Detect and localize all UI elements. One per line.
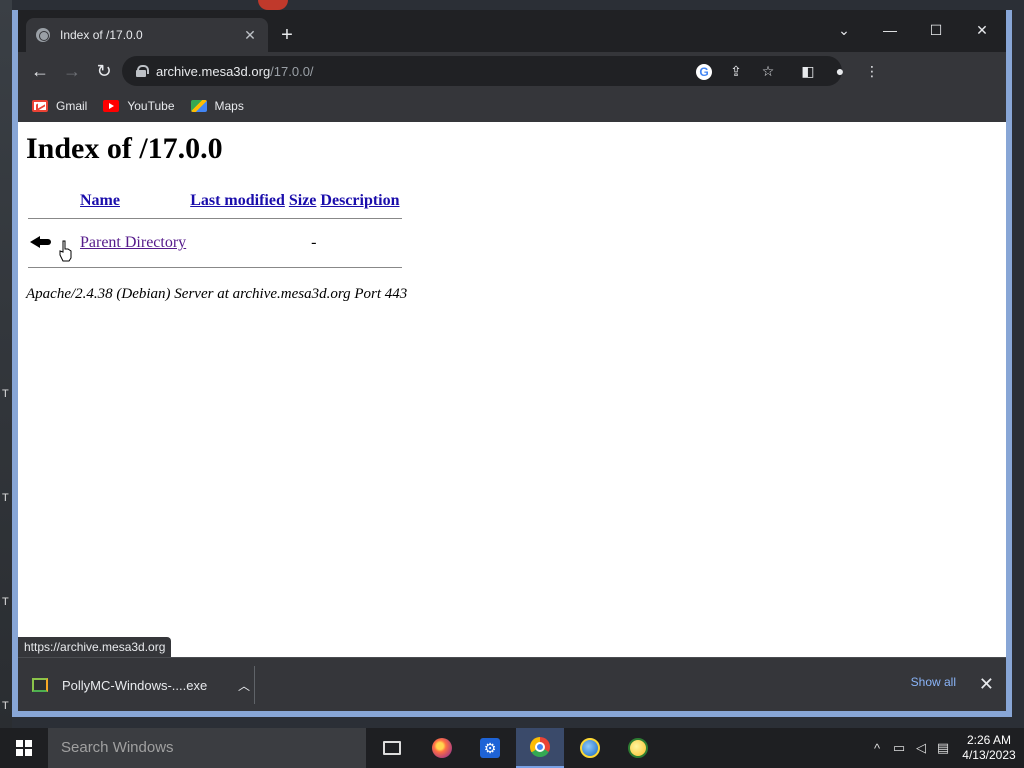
download-file-icon <box>32 678 48 692</box>
tab-close-icon[interactable]: ✕ <box>242 27 258 44</box>
bookmark-maps[interactable]: Maps <box>190 99 244 113</box>
back-button[interactable]: ← <box>26 58 54 84</box>
taskbar-firefox[interactable] <box>418 728 466 768</box>
minimize-button[interactable]: — <box>870 16 910 44</box>
page-content: Index of /17.0.0 Name Last modified Size… <box>18 122 1006 657</box>
task-view-icon <box>383 741 401 755</box>
bookmark-gmail[interactable]: Gmail <box>32 99 87 113</box>
close-window-button[interactable]: ✕ <box>962 16 1002 44</box>
clock-time: 2:26 AM <box>966 733 1012 747</box>
browser-frame: Index of /17.0.0 ✕ + ⌄ — ☐ ✕ ← → ↻ archi… <box>18 10 1006 711</box>
link-status-bubble: https://archive.mesa3d.org <box>18 637 172 657</box>
network-icon[interactable]: ▭ <box>888 740 910 756</box>
taskbar-chrome[interactable] <box>516 728 564 768</box>
bookmark-label: YouTube <box>127 99 175 113</box>
chevron-up-icon[interactable]: ︿ <box>234 677 254 694</box>
maps-icon <box>190 100 207 112</box>
google-lens-icon[interactable]: G <box>694 61 714 81</box>
server-signature: Apache/2.4.38 (Debian) Server at archive… <box>26 286 408 302</box>
globe-icon <box>36 28 50 42</box>
row-size-cell: - <box>311 234 317 251</box>
clock-date: 4/13/2023 <box>962 748 1016 762</box>
table-row: Parent Directory - <box>28 227 402 259</box>
gmail-icon <box>32 100 48 112</box>
bookmark-label: Gmail <box>56 99 88 113</box>
reload-button[interactable]: ↻ <box>90 58 118 84</box>
notification-icon[interactable]: ▤ <box>932 740 954 756</box>
column-header-name[interactable]: Name <box>78 192 188 210</box>
browser-window: Index of /17.0.0 ✕ + ⌄ — ☐ ✕ ← → ↻ archi… <box>12 10 1012 717</box>
close-shelf-icon[interactable]: ✕ <box>979 672 994 696</box>
hand-cursor-icon <box>59 240 72 262</box>
taskbar-network-globe[interactable] <box>614 728 662 768</box>
bookmark-youtube[interactable]: YouTube <box>103 99 175 113</box>
show-all-button[interactable]: Show all <box>911 675 956 689</box>
download-item[interactable]: PollyMC-Windows-....exe ︿ <box>32 658 254 711</box>
shelf-divider <box>254 666 255 704</box>
clock[interactable]: 2:26 AM 4/13/2023 <box>954 733 1024 763</box>
menu-icon[interactable]: ⋮ <box>862 61 882 81</box>
network-globe-icon <box>628 738 648 758</box>
tab-active[interactable]: Index of /17.0.0 ✕ <box>26 18 268 52</box>
forward-button[interactable]: → <box>58 58 86 84</box>
chevron-up-icon[interactable]: ^ <box>866 741 888 756</box>
taskbar-browser-globe[interactable] <box>566 728 614 768</box>
desktop-background: TTTT <box>0 0 12 728</box>
globe-icon <box>580 738 600 758</box>
sort-modified-link[interactable]: Last modified <box>190 192 285 209</box>
divider <box>28 210 402 227</box>
profile-icon[interactable]: ● <box>830 61 850 81</box>
download-shelf: PollyMC-Windows-....exe ︿ Show all ✕ <box>18 657 1006 711</box>
firefox-icon <box>432 738 452 758</box>
parent-directory-link[interactable]: Parent Directory <box>80 234 186 251</box>
bookmarks-bar: Gmail YouTube Maps <box>18 90 1006 122</box>
divider <box>28 259 402 276</box>
tab-strip: Index of /17.0.0 ✕ + ⌄ — ☐ ✕ <box>18 10 1006 52</box>
new-tab-button[interactable]: + <box>276 24 298 46</box>
row-name-cell: Parent Directory <box>78 227 188 259</box>
side-panel-icon[interactable]: ◧ <box>798 61 818 81</box>
url-path: /17.0.0/ <box>270 63 314 79</box>
settings-gear-icon: ⚙ <box>480 738 500 758</box>
sort-size-link[interactable]: Size <box>289 192 317 209</box>
column-header-modified[interactable]: Last modified <box>188 192 287 210</box>
tab-search-button[interactable]: ⌄ <box>824 16 864 44</box>
sort-description-link[interactable]: Description <box>320 192 399 209</box>
row-description-cell <box>318 227 401 259</box>
back-folder-icon <box>30 231 52 251</box>
bookmark-label: Maps <box>214 99 244 113</box>
browser-toolbar: ← → ↻ archive.mesa3d.org/17.0.0/ G ⇪ ☆ ◧… <box>18 52 1006 90</box>
youtube-icon <box>103 100 120 112</box>
listing-header: Name Last modified Size Description <box>28 192 402 210</box>
system-tray: ^ ▭ ◁ ▤ 2:26 AM 4/13/2023 <box>866 728 1024 768</box>
tab-title: Index of /17.0.0 <box>60 28 143 42</box>
icon-column-header <box>28 192 78 210</box>
chrome-icon <box>530 737 550 757</box>
maximize-button[interactable]: ☐ <box>916 16 956 44</box>
lock-icon[interactable] <box>136 65 149 77</box>
start-button[interactable] <box>0 728 48 768</box>
taskbar: Search Windows ⚙ ^ ▭ ◁ ▤ 2:26 AM 4/13/20… <box>0 728 1024 768</box>
taskbar-search[interactable]: Search Windows <box>48 728 366 768</box>
share-icon[interactable]: ⇪ <box>726 61 746 81</box>
column-header-size[interactable]: Size <box>287 192 319 210</box>
directory-listing: Name Last modified Size Description Pare… <box>28 192 402 276</box>
desktop-icon-fragment <box>258 0 288 10</box>
url-host: archive.mesa3d.org <box>156 63 271 79</box>
volume-muted-icon[interactable]: ◁ <box>910 740 932 756</box>
column-header-description[interactable]: Description <box>318 192 401 210</box>
row-modified-cell <box>188 227 287 259</box>
task-view-button[interactable] <box>368 728 416 768</box>
bookmark-star-icon[interactable]: ☆ <box>758 61 778 81</box>
windows-logo-icon <box>16 740 32 756</box>
page-title: Index of /17.0.0 <box>26 132 223 165</box>
download-filename: PollyMC-Windows-....exe <box>62 677 208 693</box>
taskbar-settings[interactable]: ⚙ <box>466 728 514 768</box>
sort-name-link[interactable]: Name <box>80 192 120 209</box>
